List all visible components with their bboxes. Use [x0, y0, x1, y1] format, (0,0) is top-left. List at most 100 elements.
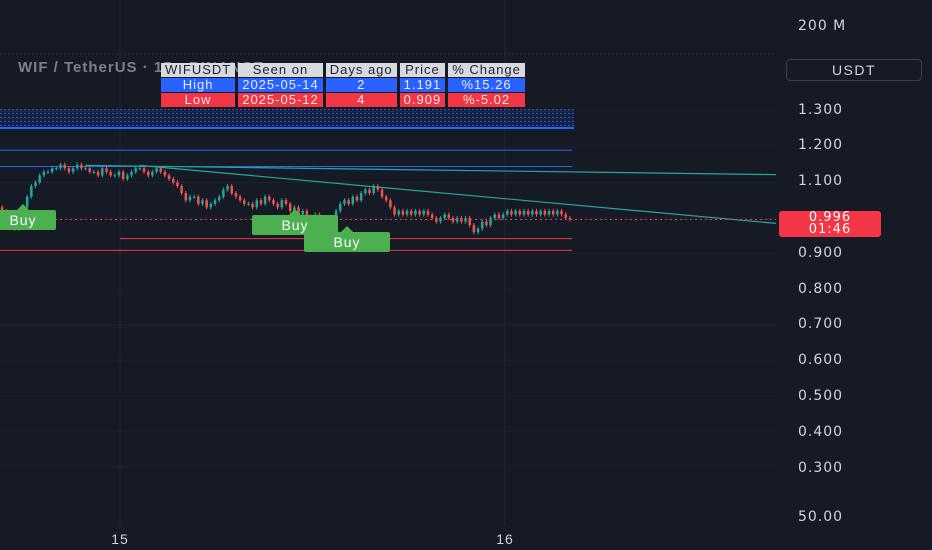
candle-body — [197, 196, 200, 204]
candle-body — [372, 186, 375, 194]
candle-body — [134, 168, 137, 172]
currency-selector-button[interactable]: USDT — [786, 59, 922, 81]
candle-body — [426, 210, 430, 215]
candle-body — [343, 200, 346, 204]
candle-body — [92, 171, 96, 173]
col-header-seen-on: Seen on — [238, 63, 323, 77]
row-price: 1.191 — [399, 78, 446, 92]
candle-body — [176, 182, 179, 187]
col-header-days-ago: Days ago — [325, 63, 397, 77]
candle-body — [217, 196, 221, 201]
col-header-change: % Change — [448, 63, 525, 77]
candle-body — [180, 186, 183, 194]
candle-body — [522, 210, 526, 215]
row-seen-on: 2025-05-14 — [238, 78, 323, 92]
candle-countdown: 01:46 — [808, 222, 852, 237]
candle-body — [364, 189, 367, 194]
candle-body — [501, 214, 505, 219]
high-low-stats-table: WIFUSDT Seen on Days ago Price % Change … — [158, 62, 528, 108]
candle-body — [247, 203, 250, 205]
volume-scale-label: 200 M — [798, 18, 847, 34]
candle-body — [113, 175, 117, 177]
row-type: Low — [161, 93, 236, 107]
candle-body — [405, 210, 409, 215]
candle-body — [67, 168, 71, 172]
candle-body — [71, 168, 75, 172]
candle-body — [159, 168, 162, 172]
candle-body — [539, 210, 542, 215]
candle-body — [480, 221, 484, 229]
price-tick: 0.600 — [798, 352, 844, 368]
candle-body — [146, 171, 150, 176]
candle-body — [422, 210, 426, 215]
candle-body — [222, 189, 225, 197]
row-type: High — [161, 78, 236, 92]
candle-body — [355, 196, 359, 201]
buy-signal-label[interactable]: Buy — [304, 226, 390, 252]
candle-body — [476, 228, 480, 233]
candle-body — [451, 218, 455, 222]
candle-body — [213, 200, 217, 204]
candle-body — [80, 164, 83, 169]
candle-body — [205, 200, 208, 208]
candle-body — [359, 193, 363, 201]
candle-body — [393, 207, 396, 215]
candle-body — [242, 200, 246, 204]
candle-body — [543, 210, 547, 215]
price-tick: 1.200 — [798, 137, 844, 153]
candle-body — [109, 171, 112, 176]
col-header-symbol: WIFUSDT — [161, 63, 236, 77]
candle-body — [50, 168, 54, 172]
candle-body — [30, 186, 33, 197]
candle-body — [397, 210, 400, 215]
buy-signal-label[interactable]: Buy — [0, 204, 56, 230]
price-tick: 0.800 — [798, 281, 844, 297]
current-price-badge: 0.996 01:46 — [779, 211, 881, 237]
candle-body — [167, 175, 171, 179]
candle-body — [155, 168, 158, 172]
candle-body — [384, 196, 388, 201]
candle-body — [184, 193, 188, 201]
candle-body — [230, 186, 233, 194]
candle-body — [347, 200, 350, 204]
row-change: %15.26 — [448, 78, 525, 92]
candle-body — [96, 171, 100, 176]
candle-body — [535, 210, 538, 215]
candle-body — [497, 214, 501, 219]
resistance-zone — [0, 109, 574, 129]
candle-body — [280, 200, 284, 208]
candle-body — [418, 210, 421, 215]
candle-body — [34, 182, 37, 187]
candle-body — [126, 175, 129, 179]
candle-body — [276, 203, 279, 208]
candle-body — [556, 210, 559, 215]
candle-body — [234, 193, 238, 197]
price-axis[interactable]: 200 M USDT 1.300 1.200 1.100 0.996 01:46… — [776, 0, 932, 550]
candle-body — [301, 210, 304, 215]
candle-body — [547, 210, 551, 215]
candle-body — [209, 203, 213, 208]
candle-body — [389, 200, 392, 208]
col-header-price: Price — [399, 63, 446, 77]
candle-body — [163, 171, 167, 176]
candle-body — [551, 210, 555, 215]
candle-body — [172, 178, 175, 183]
candle-body — [75, 164, 79, 169]
candle-body — [447, 214, 451, 219]
time-axis[interactable]: 15 16 — [0, 526, 776, 550]
price-tick: 1.300 — [798, 102, 844, 118]
candle-body — [410, 210, 413, 215]
candle-body — [42, 171, 46, 176]
candle-body — [238, 196, 242, 201]
candle-body — [55, 168, 58, 170]
candle-body — [138, 168, 142, 170]
candle-body — [46, 171, 50, 173]
candle-body — [351, 196, 355, 204]
candle-body — [226, 186, 229, 190]
candle-body — [380, 189, 384, 197]
candle-body — [117, 171, 121, 176]
chart-area[interactable]: WIF / TetherUS · 15 · BINANCE WIFUSDT Se… — [0, 0, 776, 526]
row-seen-on: 2025-05-12 — [238, 93, 323, 107]
table-row-low: Low 2025-05-12 4 0.909 %-5.02 — [161, 93, 525, 107]
candle-body — [192, 196, 196, 198]
